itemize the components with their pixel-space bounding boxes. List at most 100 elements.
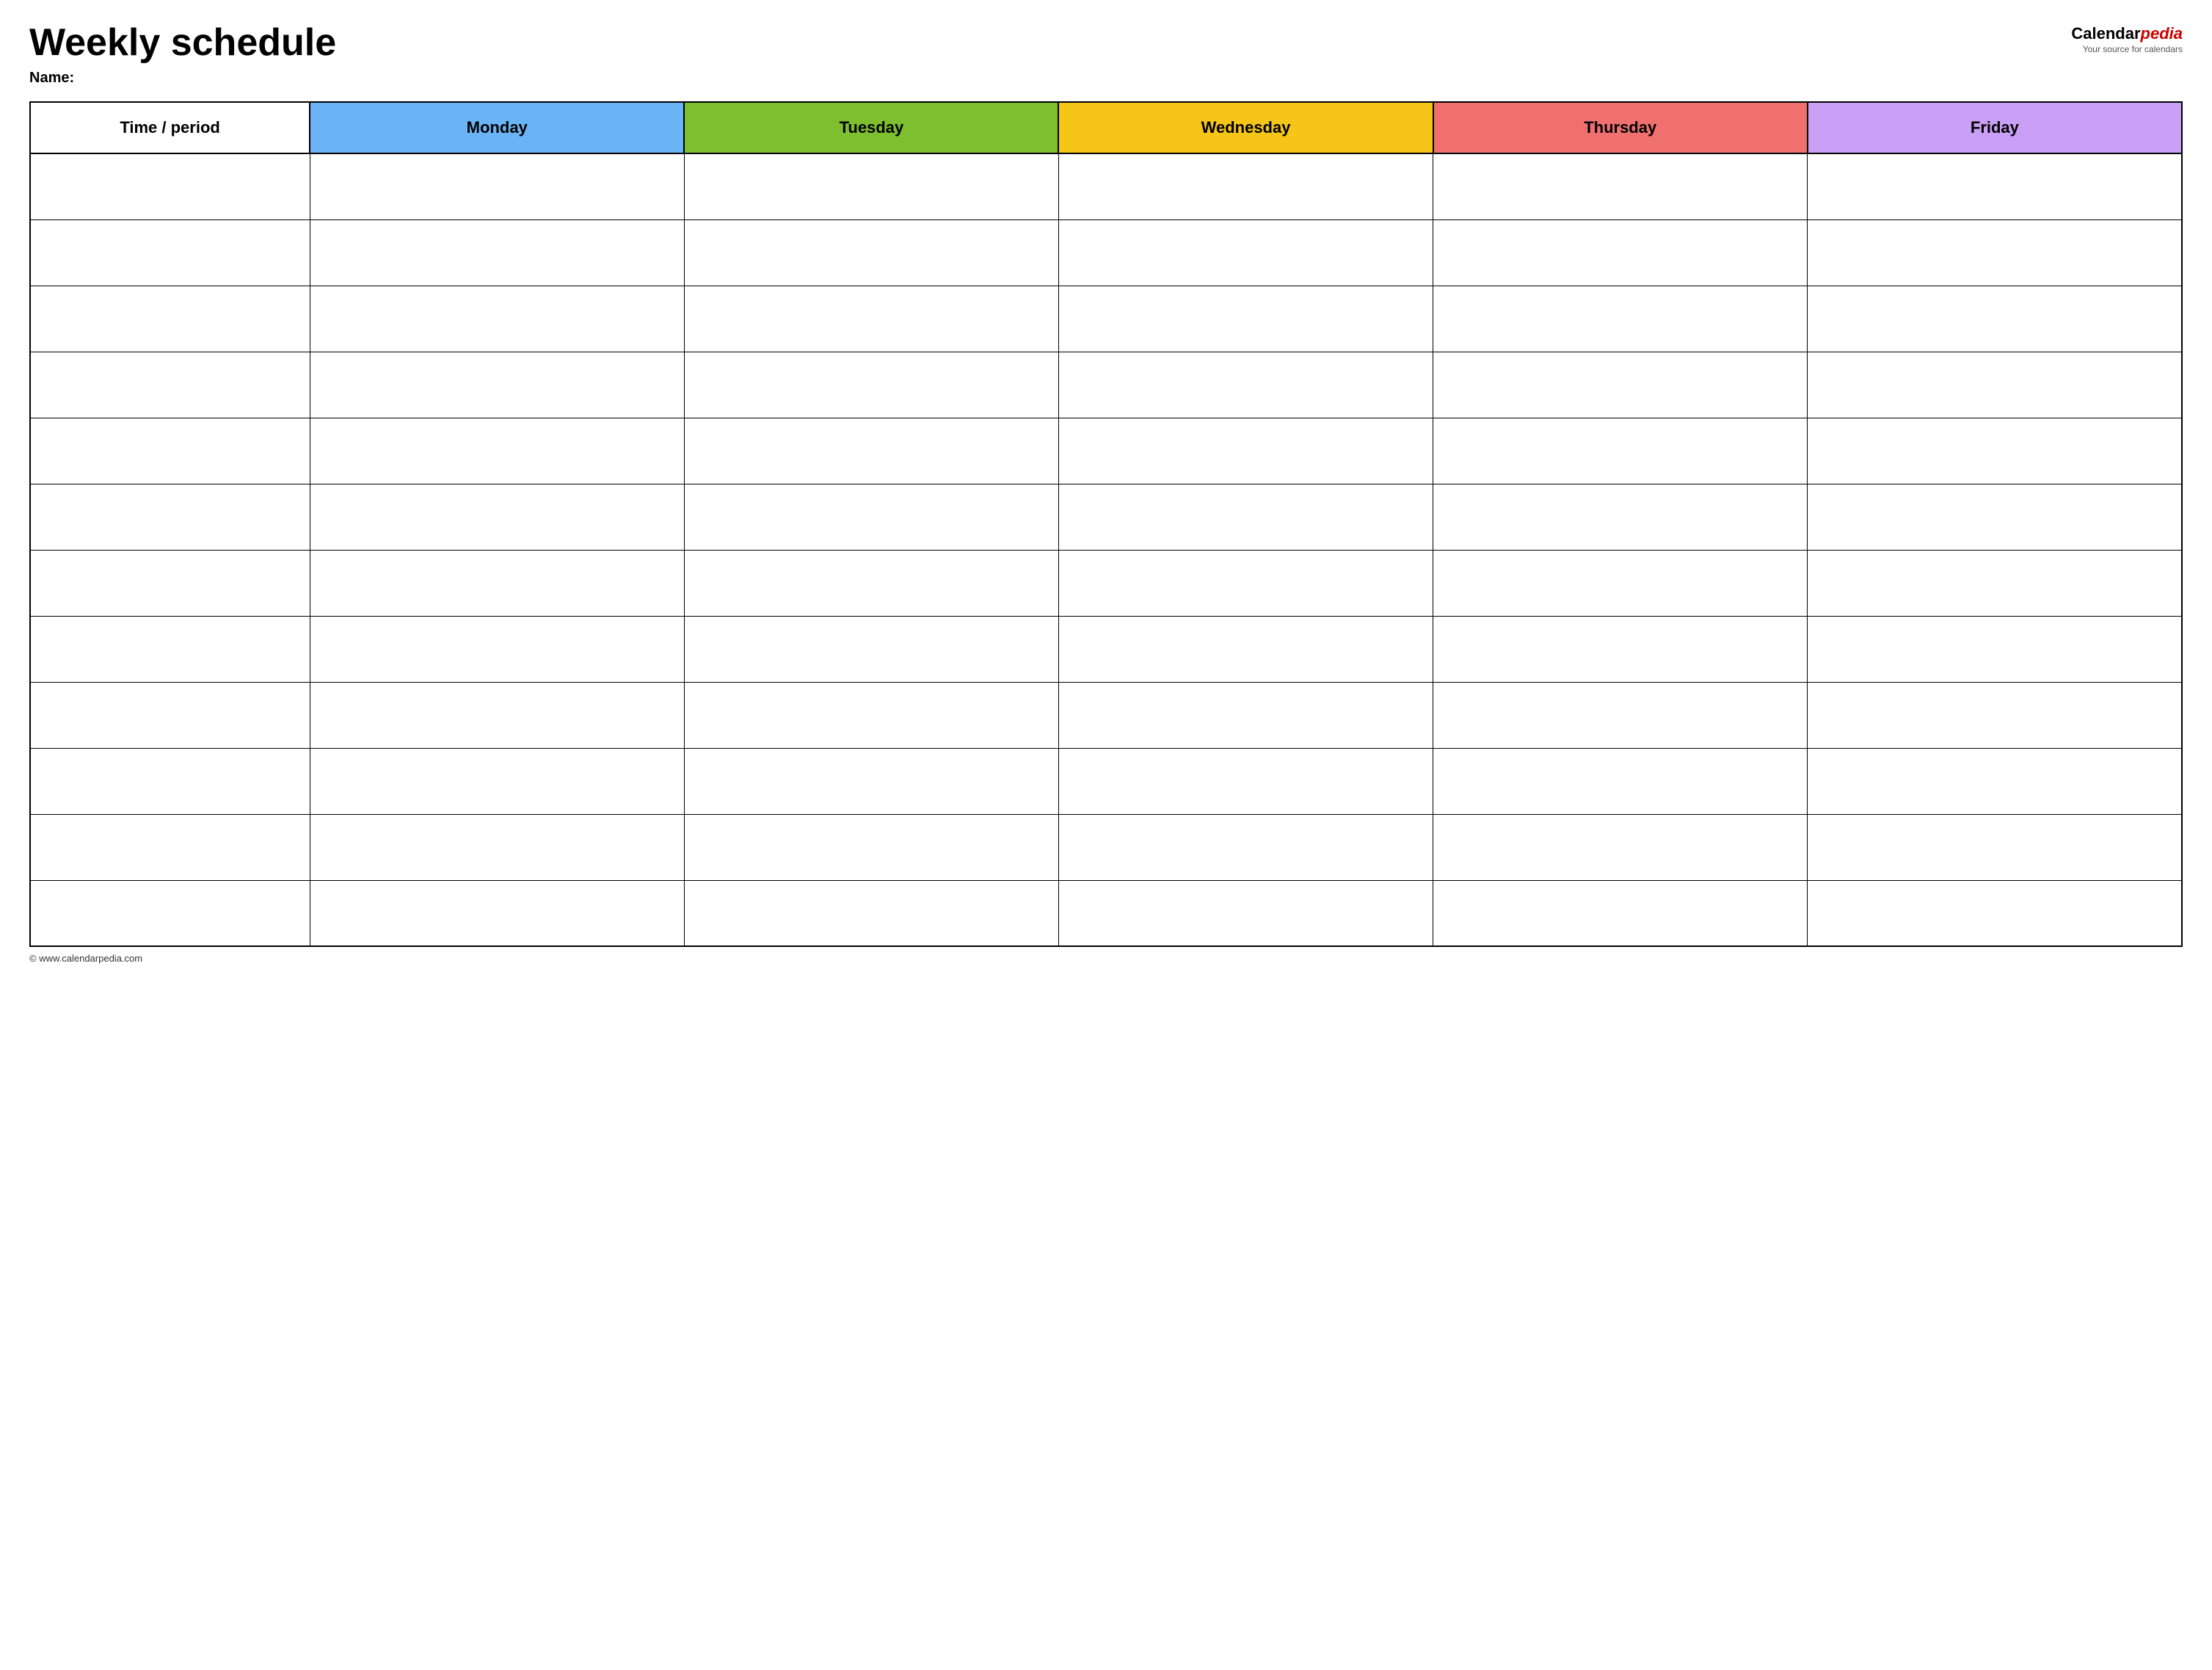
schedule-cell[interactable] (1433, 616, 1808, 682)
schedule-body (30, 153, 2182, 946)
col-header-monday: Monday (310, 102, 684, 153)
title-section: Weekly schedule Name: (29, 22, 336, 87)
time-cell[interactable] (30, 616, 310, 682)
schedule-cell[interactable] (1808, 748, 2182, 814)
time-cell[interactable] (30, 219, 310, 286)
table-row (30, 153, 2182, 219)
schedule-cell[interactable] (310, 286, 684, 352)
schedule-cell[interactable] (1808, 219, 2182, 286)
schedule-cell[interactable] (1433, 880, 1808, 946)
table-row (30, 418, 2182, 484)
schedule-cell[interactable] (1058, 352, 1433, 418)
col-header-friday: Friday (1808, 102, 2182, 153)
schedule-table: Time / period Monday Tuesday Wednesday T… (29, 101, 2183, 947)
time-cell[interactable] (30, 484, 310, 550)
schedule-cell[interactable] (1433, 814, 1808, 880)
time-cell[interactable] (30, 748, 310, 814)
schedule-cell[interactable] (310, 550, 684, 616)
schedule-cell[interactable] (310, 814, 684, 880)
logo-calendar: Calendar (2071, 24, 2140, 43)
schedule-cell[interactable] (1808, 352, 2182, 418)
schedule-cell[interactable] (310, 484, 684, 550)
schedule-cell[interactable] (1433, 748, 1808, 814)
schedule-cell[interactable] (1058, 418, 1433, 484)
schedule-cell[interactable] (1058, 484, 1433, 550)
table-row (30, 616, 2182, 682)
table-row (30, 286, 2182, 352)
table-row (30, 550, 2182, 616)
schedule-cell[interactable] (1433, 550, 1808, 616)
schedule-cell[interactable] (310, 682, 684, 748)
schedule-cell[interactable] (1808, 484, 2182, 550)
schedule-cell[interactable] (1058, 153, 1433, 219)
schedule-cell[interactable] (684, 352, 1058, 418)
schedule-cell[interactable] (1058, 748, 1433, 814)
schedule-cell[interactable] (684, 153, 1058, 219)
schedule-cell[interactable] (1058, 219, 1433, 286)
schedule-cell[interactable] (1808, 616, 2182, 682)
schedule-cell[interactable] (684, 748, 1058, 814)
table-row (30, 814, 2182, 880)
schedule-cell[interactable] (1433, 219, 1808, 286)
table-row (30, 484, 2182, 550)
schedule-cell[interactable] (310, 748, 684, 814)
time-cell[interactable] (30, 814, 310, 880)
schedule-cell[interactable] (684, 880, 1058, 946)
schedule-cell[interactable] (310, 352, 684, 418)
schedule-cell[interactable] (310, 616, 684, 682)
logo-pedia: pedia (2141, 24, 2183, 43)
time-cell[interactable] (30, 352, 310, 418)
time-cell[interactable] (30, 682, 310, 748)
schedule-cell[interactable] (1433, 484, 1808, 550)
footer-copyright: © www.calendarpedia.com (29, 953, 142, 964)
time-cell[interactable] (30, 153, 310, 219)
table-row (30, 682, 2182, 748)
schedule-cell[interactable] (1808, 682, 2182, 748)
schedule-cell[interactable] (1808, 814, 2182, 880)
logo-text: Calendarpedia (2071, 26, 2183, 42)
schedule-cell[interactable] (1433, 286, 1808, 352)
page-header: Weekly schedule Name: Calendarpedia Your… (29, 22, 2183, 87)
schedule-cell[interactable] (310, 880, 684, 946)
schedule-cell[interactable] (684, 418, 1058, 484)
schedule-cell[interactable] (1058, 550, 1433, 616)
schedule-cell[interactable] (1058, 814, 1433, 880)
schedule-cell[interactable] (684, 286, 1058, 352)
time-cell[interactable] (30, 880, 310, 946)
schedule-cell[interactable] (1433, 153, 1808, 219)
schedule-cell[interactable] (1808, 550, 2182, 616)
schedule-cell[interactable] (1433, 418, 1808, 484)
schedule-cell[interactable] (1433, 352, 1808, 418)
schedule-cell[interactable] (1058, 880, 1433, 946)
schedule-cell[interactable] (310, 153, 684, 219)
schedule-cell[interactable] (684, 550, 1058, 616)
schedule-cell[interactable] (684, 814, 1058, 880)
table-row (30, 748, 2182, 814)
logo-tagline: Your source for calendars (2083, 44, 2183, 54)
schedule-cell[interactable] (1433, 682, 1808, 748)
schedule-cell[interactable] (1808, 286, 2182, 352)
schedule-cell[interactable] (1808, 418, 2182, 484)
schedule-cell[interactable] (1808, 153, 2182, 219)
time-cell[interactable] (30, 550, 310, 616)
time-cell[interactable] (30, 418, 310, 484)
schedule-cell[interactable] (310, 418, 684, 484)
schedule-cell[interactable] (684, 616, 1058, 682)
footer: © www.calendarpedia.com (29, 953, 2183, 964)
time-cell[interactable] (30, 286, 310, 352)
schedule-cell[interactable] (1058, 616, 1433, 682)
table-row (30, 352, 2182, 418)
col-header-tuesday: Tuesday (684, 102, 1058, 153)
schedule-cell[interactable] (1058, 286, 1433, 352)
schedule-cell[interactable] (1058, 682, 1433, 748)
schedule-cell[interactable] (1808, 880, 2182, 946)
col-header-time: Time / period (30, 102, 310, 153)
schedule-cell[interactable] (684, 484, 1058, 550)
schedule-cell[interactable] (684, 219, 1058, 286)
table-row (30, 219, 2182, 286)
col-header-thursday: Thursday (1433, 102, 1808, 153)
schedule-cell[interactable] (684, 682, 1058, 748)
schedule-cell[interactable] (310, 219, 684, 286)
table-header-row: Time / period Monday Tuesday Wednesday T… (30, 102, 2182, 153)
name-label: Name: (29, 70, 336, 87)
